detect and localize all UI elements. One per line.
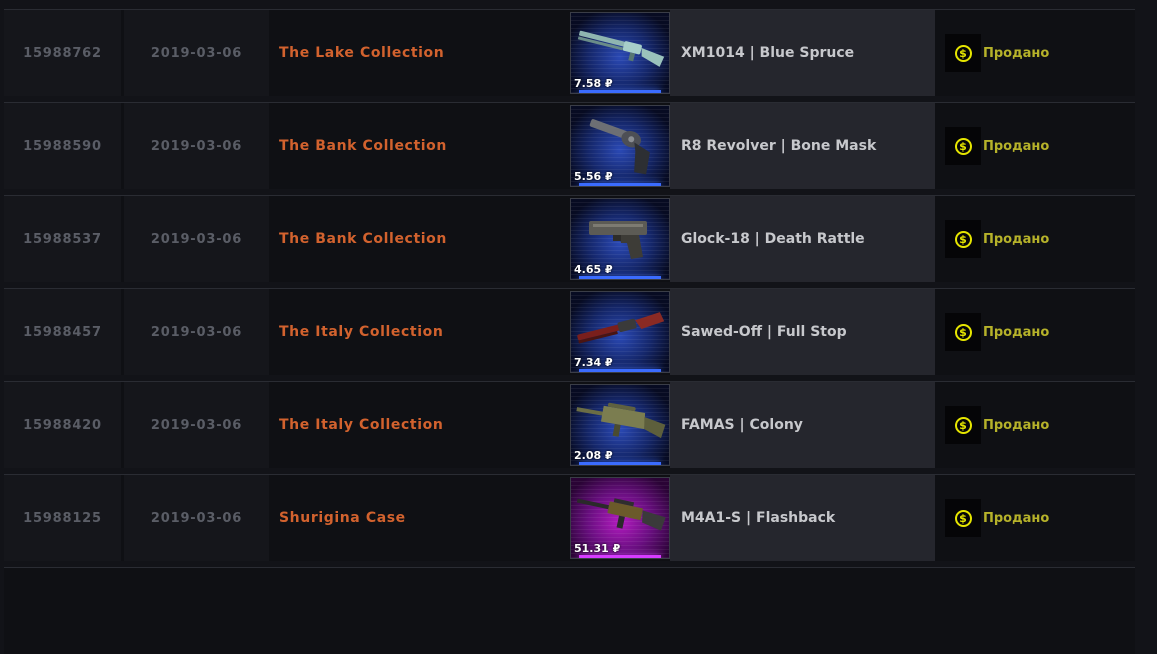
status-badge: $ Продано bbox=[945, 34, 1049, 72]
item-image[interactable]: 2.08 ₽ bbox=[570, 384, 670, 466]
item-id: 15988125 bbox=[4, 475, 121, 561]
item-id: 15988537 bbox=[4, 196, 121, 282]
status-badge: $ Продано bbox=[945, 220, 1049, 258]
collection-link[interactable]: The Bank Collection bbox=[279, 103, 564, 189]
item-id: 15988762 bbox=[4, 10, 121, 96]
item-image[interactable]: 4.65 ₽ bbox=[570, 198, 670, 280]
table-row[interactable]: 15988457 2019-03-06 The Italy Collection… bbox=[4, 288, 1135, 375]
status-coin-box: $ bbox=[945, 406, 981, 444]
status-badge: $ Продано bbox=[945, 406, 1049, 444]
dollar-coin-icon: $ bbox=[954, 230, 972, 248]
collection-link[interactable]: Shurigina Case bbox=[279, 475, 564, 561]
status-text: Продано bbox=[983, 510, 1050, 526]
item-date: 2019-03-06 bbox=[124, 289, 269, 375]
item-date: 2019-03-06 bbox=[124, 382, 269, 468]
item-image[interactable]: 5.56 ₽ bbox=[570, 105, 670, 187]
item-name: Sawed-Off | Full Stop bbox=[670, 289, 935, 375]
status-badge: $ Продано bbox=[945, 313, 1049, 351]
item-price: 5.56 ₽ bbox=[574, 170, 613, 183]
table-row[interactable] bbox=[4, 567, 1135, 654]
status-badge: $ Продано bbox=[945, 127, 1049, 165]
item-name: XM1014 | Blue Spruce bbox=[670, 10, 935, 96]
item-name: M4A1-S | Flashback bbox=[670, 475, 935, 561]
item-name: R8 Revolver | Bone Mask bbox=[670, 103, 935, 189]
item-name: FAMAS | Colony bbox=[670, 382, 935, 468]
status-text: Продано bbox=[983, 324, 1050, 340]
status-coin-box: $ bbox=[945, 220, 981, 258]
item-date: 2019-03-06 bbox=[124, 196, 269, 282]
item-price: 51.31 ₽ bbox=[574, 542, 621, 555]
item-date: 2019-03-06 bbox=[124, 103, 269, 189]
item-date: 2019-03-06 bbox=[124, 475, 269, 561]
item-id: 15988590 bbox=[4, 103, 121, 189]
item-date: 2019-03-06 bbox=[124, 10, 269, 96]
collection-link[interactable]: The Italy Collection bbox=[279, 289, 564, 375]
dollar-coin-icon: $ bbox=[954, 44, 972, 62]
status-badge: $ Продано bbox=[945, 499, 1049, 537]
dollar-coin-icon: $ bbox=[954, 137, 972, 155]
item-image[interactable]: 51.31 ₽ bbox=[570, 477, 670, 559]
collection-link[interactable]: The Lake Collection bbox=[279, 10, 564, 96]
dollar-coin-icon: $ bbox=[954, 323, 972, 341]
table-row[interactable]: 15988125 2019-03-06 Shurigina Case 51.31… bbox=[4, 474, 1135, 561]
item-image[interactable]: 7.34 ₽ bbox=[570, 291, 670, 373]
item-price: 4.65 ₽ bbox=[574, 263, 613, 276]
status-text: Продано bbox=[983, 231, 1050, 247]
dollar-coin-icon: $ bbox=[954, 509, 972, 527]
item-price: 7.58 ₽ bbox=[574, 77, 613, 90]
table-row[interactable]: 15988762 2019-03-06 The Lake Collection … bbox=[4, 9, 1135, 96]
item-name: Glock-18 | Death Rattle bbox=[670, 196, 935, 282]
history-table: 15988762 2019-03-06 The Lake Collection … bbox=[4, 0, 1135, 654]
item-price: 7.34 ₽ bbox=[574, 356, 613, 369]
table-row[interactable]: 15988590 2019-03-06 The Bank Collection … bbox=[4, 102, 1135, 189]
item-id: 15988457 bbox=[4, 289, 121, 375]
status-coin-box: $ bbox=[945, 127, 981, 165]
collection-link[interactable]: The Italy Collection bbox=[279, 382, 564, 468]
item-price: 2.08 ₽ bbox=[574, 449, 613, 462]
dollar-coin-icon: $ bbox=[954, 416, 972, 434]
table-row[interactable]: 15988420 2019-03-06 The Italy Collection… bbox=[4, 381, 1135, 468]
item-image[interactable]: 7.58 ₽ bbox=[570, 12, 670, 94]
status-coin-box: $ bbox=[945, 313, 981, 351]
item-id: 15988420 bbox=[4, 382, 121, 468]
collection-link[interactable]: The Bank Collection bbox=[279, 196, 564, 282]
status-text: Продано bbox=[983, 45, 1050, 61]
table-row[interactable]: 15988537 2019-03-06 The Bank Collection … bbox=[4, 195, 1135, 282]
status-coin-box: $ bbox=[945, 499, 981, 537]
status-coin-box: $ bbox=[945, 34, 981, 72]
status-text: Продано bbox=[983, 138, 1050, 154]
status-text: Продано bbox=[983, 417, 1050, 433]
